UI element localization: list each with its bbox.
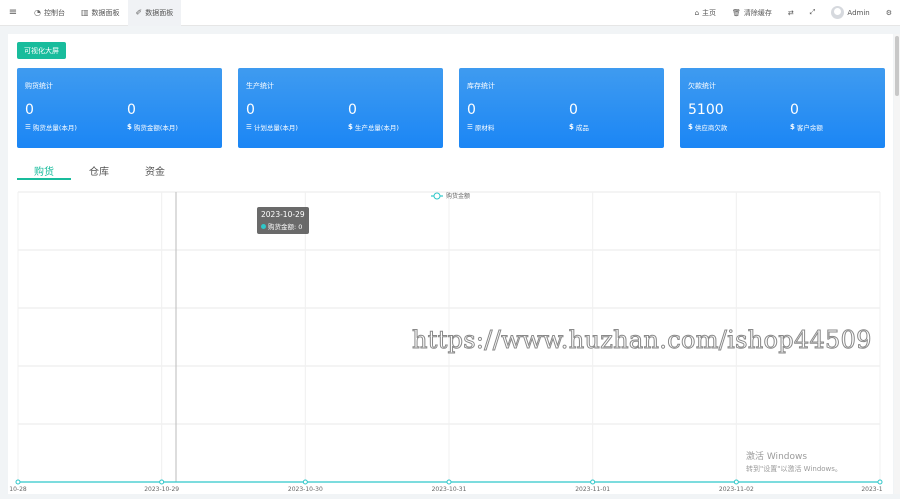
chart-tooltip: 2023-10-29 购货金额: 0 [257,207,309,234]
stat-label: 供应商欠款 [694,124,728,132]
visualization-bigscreen-button[interactable]: 可视化大屏 [17,42,66,59]
card-title: 欠款统计 [688,82,716,90]
dollar-icon: $ [688,123,693,131]
gear-icon: ⚙ [885,8,892,17]
tab-label: 数据面板 [145,8,174,17]
x-tick-label: 2023-1 [861,486,882,493]
card-title: 购货统计 [25,82,53,90]
stat: 0 $ 客户余额 [790,102,823,132]
series-dot [261,223,266,229]
stat-value: 0 [25,102,34,118]
avatar [831,6,845,19]
dollar-icon: $ [348,123,353,131]
stat: 0 ☰ 购货总量(本月) [25,102,77,132]
x-tick-label: 2023-10-30 [288,486,323,493]
stat-value: 0 [127,102,136,118]
stat-label: 购货金额(本月) [133,124,178,132]
dashboard-icon: ◔ [34,8,41,17]
series-point [877,479,883,485]
stat: 0 ☰ 原材料 [467,102,494,132]
series-point [446,479,452,485]
x-tick-label: 10-28 [9,486,27,493]
home-label: 主页 [702,8,717,17]
stat-label: 购货总量(本月) [32,124,77,132]
production-stats-card: 生产统计 0 ☰ 计划总量(本月) 0 $ 生产总量(本月) [238,68,443,148]
debt-stats-card: 欠款统计 5100 $ 供应商欠款 0 $ 客户余额 [680,68,885,148]
windows-activation-notice: 激活 Windows 转到"设置"以激活 Windows。 [746,449,842,474]
dollar-icon: $ [127,123,132,131]
stat-label: 计划总量(本月) [253,124,298,132]
tab-warehouse[interactable]: 仓库 [71,160,127,180]
database-icon: ☰ [25,123,31,131]
database-icon: ☰ [246,123,252,131]
fullscreen-icon: ⤢ [809,8,816,16]
stat: 0 $ 成品 [569,102,589,132]
x-tick-label: 2023-11-01 [575,486,610,493]
card-title: 生产统计 [246,82,274,90]
settings-button[interactable]: ⚙ [878,9,900,17]
user-menu[interactable]: Admin [823,6,877,19]
tab-label: 控制台 [43,8,65,17]
stat-label: 客户余额 [796,124,823,132]
series-point [733,479,739,485]
legend-label: 购货金额 [446,192,470,200]
bar-chart-icon: ▥ [80,8,89,17]
tab-label: 数据面板 [91,8,120,17]
stat: 0 $ 生产总量(本月) [348,102,399,132]
topbar-right: ⌂ 主页 🗑︎ 清除缓存 ⇄ ⤢ Admin ⚙ [687,0,900,26]
stat-label: 生产总量(本月) [354,124,399,132]
stat: 0 ☰ 计划总量(本月) [246,102,298,132]
database-icon: ☰ [467,123,473,131]
x-tick-label: 2023-10-31 [432,486,467,493]
legend-marker [433,192,441,200]
translate-button[interactable]: ⇄ [780,9,802,17]
series-point [15,479,21,485]
card-title: 库存统计 [467,82,495,90]
series-point [159,479,165,485]
clear-cache-button[interactable]: 🗑︎ 清除缓存 [724,8,780,18]
translate-icon: ⇄ [787,8,794,17]
top-navbar: ≡ ◔ 控制台 ▥ 数据面板 ✐ 数据面板 ⌂ 主页 🗑︎ 清除缓存 ⇄ ⤢ A… [0,0,900,26]
user-name: Admin [847,8,870,17]
stat-value: 0 [790,102,799,118]
series-point [590,479,596,485]
stat-value: 0 [569,102,578,118]
purchase-stats-card: 购货统计 0 ☰ 购货总量(本月) 0 $ 购货金额(本月) [17,68,222,148]
dollar-icon: $ [790,123,795,131]
watermark: https://www.huzhan.com/ishop44509 [412,326,872,355]
scrollbar-thumb[interactable] [895,36,899,96]
section-tabs: 购货 仓库 资金 [17,160,183,180]
clear-cache-label: 清除缓存 [743,8,772,17]
x-tick-label: 2023-10-29 [144,486,179,493]
home-link[interactable]: ⌂ 主页 [687,8,724,18]
series-point [302,479,308,485]
stat-value: 0 [246,102,255,118]
stat-label: 成品 [575,124,589,132]
x-tick-label: 2023-11-02 [719,486,754,493]
stat-value: 5100 [688,102,724,118]
stat: 0 $ 购货金额(本月) [127,102,178,132]
menu-icon[interactable]: ≡ [0,0,26,26]
tab-data-panel-active[interactable]: ✐ 数据面板 [127,0,182,26]
dollar-icon: $ [569,123,574,131]
inventory-stats-card: 库存统计 0 ☰ 原材料 0 $ 成品 [459,68,664,148]
tooltip-value: 购货金额: 0 [268,223,303,231]
stat-label: 原材料 [474,124,495,132]
tooltip-date: 2023-10-29 [261,210,305,219]
activation-subtitle: 转到"设置"以激活 Windows。 [746,465,842,473]
stat: 5100 $ 供应商欠款 [688,102,727,132]
tab-data-panel[interactable]: ▥ 数据面板 [73,0,128,26]
tab-funds[interactable]: 资金 [127,160,183,180]
stat-value: 0 [467,102,476,118]
home-icon: ⌂ [694,8,700,17]
activation-title: 激活 Windows [746,452,808,462]
fullscreen-button[interactable]: ⤢ [802,8,824,17]
stat-value: 0 [348,102,357,118]
trash-icon: 🗑︎ [732,8,741,17]
eraser-icon: ✐ [135,8,143,17]
tab-purchase[interactable]: 购货 [17,160,71,180]
tab-console[interactable]: ◔ 控制台 [26,0,73,26]
